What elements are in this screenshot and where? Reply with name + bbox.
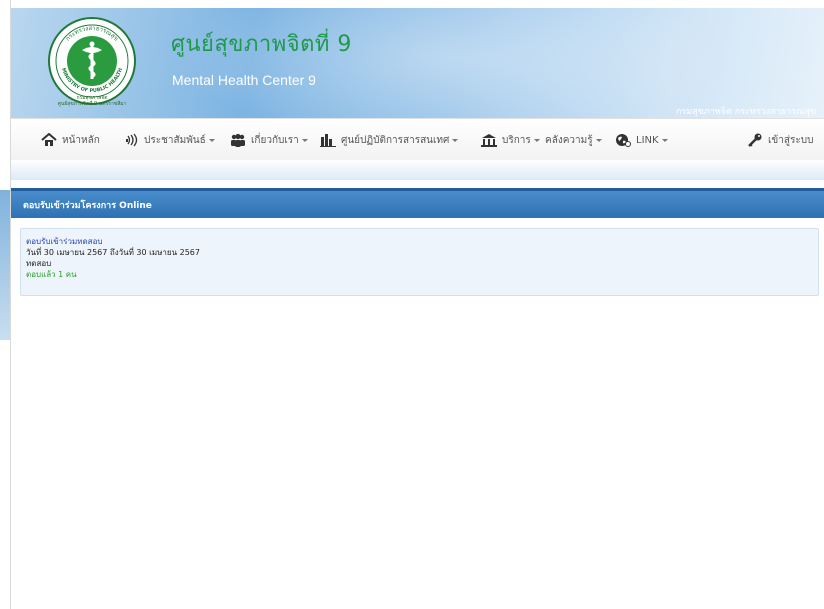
navbar-underbar xyxy=(11,160,824,180)
building-icon xyxy=(481,134,497,147)
site-title-english: Mental Health Center 9 xyxy=(172,72,316,88)
key-icon xyxy=(748,133,762,147)
nav-pr[interactable]: ประชาสัมพันธ์ xyxy=(123,119,215,161)
nav-pr-label: ประชาสัมพันธ์ xyxy=(144,134,206,146)
chevron-down-icon xyxy=(301,138,308,142)
nav-info-center-label: ศูนย์ปฏิบัติการสารสนเทศ xyxy=(341,134,450,146)
nav-services[interactable]: บริการ xyxy=(481,119,540,161)
bar-chart-icon xyxy=(320,134,336,147)
item-date: วันที่ 30 เมษายน 2567 ถึงวันที่ 30 เมษาย… xyxy=(26,248,200,257)
nav-knowledge-label: คลังความรู้ xyxy=(545,134,593,146)
nav-link[interactable]: LINK xyxy=(615,119,668,161)
nav-services-label: บริการ xyxy=(502,134,531,146)
nav-login[interactable]: เข้าสู่ระบบ xyxy=(747,119,813,161)
chevron-down-icon xyxy=(208,138,215,142)
panel-heading-text: ตอบรับเข้าร่วมโครงการ Online xyxy=(23,200,152,211)
logo-caption: กรมสุขภาพจิต ศูนย์สุขภาพจิตที่ 9 นครราชส… xyxy=(37,95,147,107)
left-accent-strip xyxy=(0,190,10,340)
chevron-down-icon xyxy=(452,138,459,142)
people-icon xyxy=(231,133,245,147)
chevron-down-icon xyxy=(533,138,540,142)
main-navbar: หน้าหลัก ประชาสัมพันธ์ เกี่ยวกับเรา ศูนย… xyxy=(11,118,824,162)
nav-knowledge[interactable]: คลังความรู้ xyxy=(545,119,602,161)
home-icon xyxy=(41,133,57,146)
site-header: กระทรวงสาธารณสุข MINISTRY OF PUBLIC HEAL… xyxy=(11,8,824,118)
nav-link-label: LINK xyxy=(636,134,659,146)
globe-icon xyxy=(616,134,631,147)
item-description: ทดสอบ xyxy=(26,259,52,268)
panel-heading: ตอบรับเข้าร่วมโครงการ Online xyxy=(11,188,824,218)
department-name: กรมสุขภาพจิต กระทรวงสาธารณสุข xyxy=(675,107,816,117)
nav-info-center[interactable]: ศูนย์ปฏิบัติการสารสนเทศ xyxy=(320,119,459,161)
list-item: ตอบรับเข้าร่วมทดสอบ วันที่ 30 เมษายน 256… xyxy=(20,228,819,296)
nav-home-label: หน้าหลัก xyxy=(62,134,100,146)
left-frame xyxy=(0,0,11,609)
chevron-down-icon xyxy=(661,138,668,142)
site-title-thai[interactable]: ศูนย์สุขภาพจิตที่ 9 xyxy=(171,26,352,61)
nav-login-label: เข้าสู่ระบบ xyxy=(768,134,814,146)
header-decoration xyxy=(151,8,751,118)
megaphone-icon xyxy=(126,133,138,147)
item-title-link[interactable]: ตอบรับเข้าร่วมทดสอบ xyxy=(26,237,102,247)
logo-caption-line-2: ศูนย์สุขภาพจิตที่ 9 นครราชสีมา xyxy=(57,101,127,107)
nav-home[interactable]: หน้าหลัก xyxy=(41,119,100,161)
chevron-down-icon xyxy=(595,138,602,142)
ministry-logo[interactable]: กระทรวงสาธารณสุข MINISTRY OF PUBLIC HEAL… xyxy=(47,16,137,106)
item-response-count: ตอบแล้ว 1 คน xyxy=(26,270,77,279)
nav-about[interactable]: เกี่ยวกับเรา xyxy=(230,119,308,161)
nav-about-label: เกี่ยวกับเรา xyxy=(251,134,299,146)
